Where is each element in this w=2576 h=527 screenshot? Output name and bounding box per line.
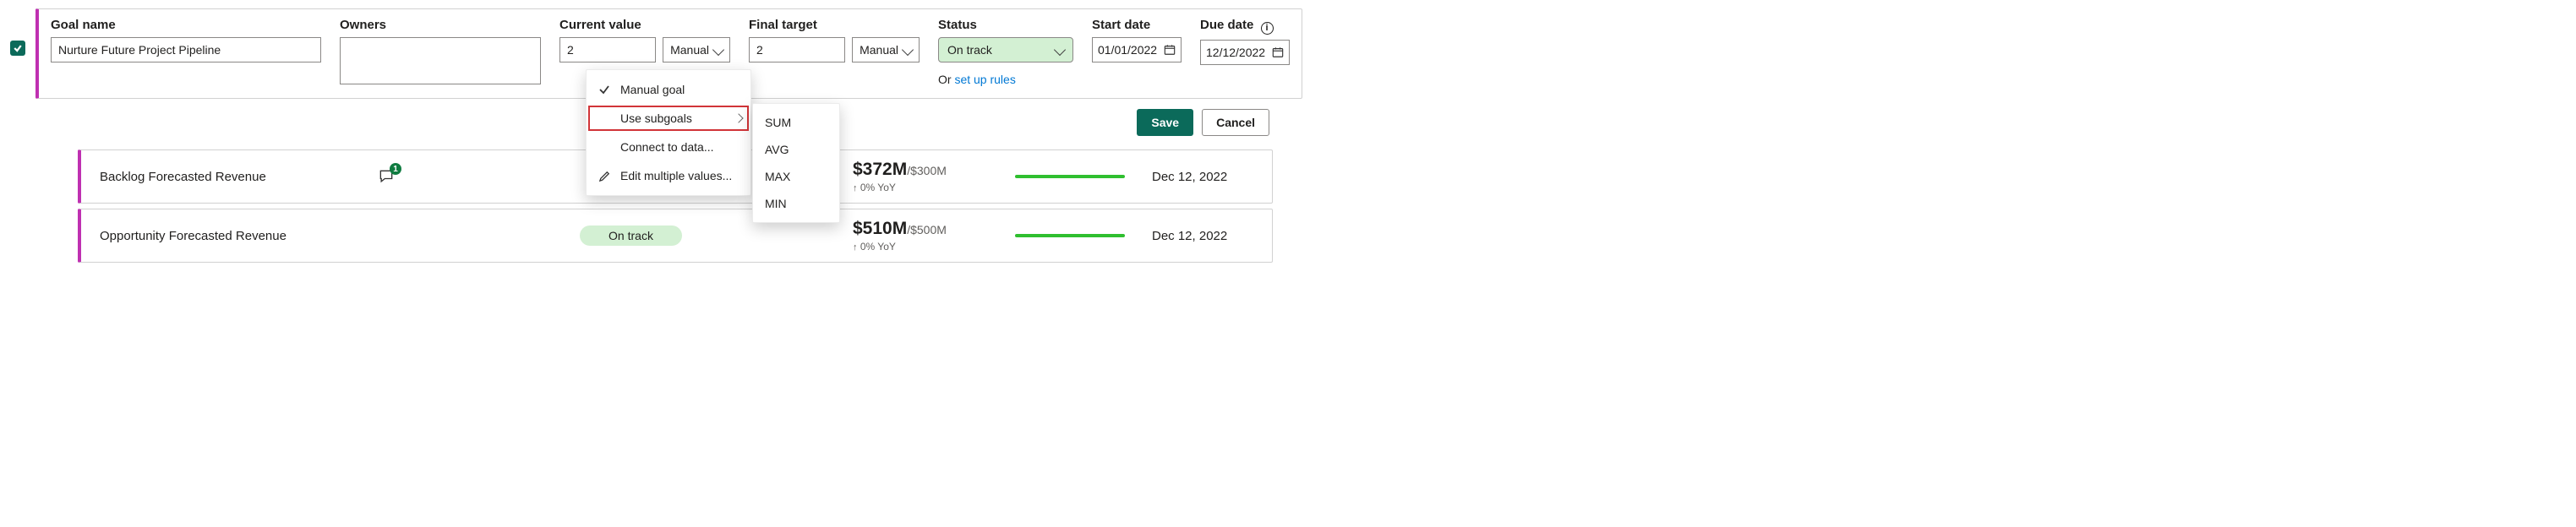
goal-delta: 0% YoY bbox=[860, 182, 896, 193]
chevron-down-icon bbox=[712, 44, 724, 56]
submenu-item-max[interactable]: MAX bbox=[753, 163, 839, 190]
menu-item-connect-to-data[interactable]: Connect to data... bbox=[587, 133, 750, 161]
calendar-icon bbox=[1164, 44, 1176, 56]
goal-due: Dec 12, 2022 bbox=[1152, 229, 1253, 243]
menu-item-edit-multiple-values[interactable]: Edit multiple values... bbox=[587, 161, 750, 190]
cancel-button[interactable]: Cancel bbox=[1202, 109, 1269, 136]
chevron-down-icon bbox=[1054, 44, 1066, 56]
goal-value: $510M bbox=[853, 219, 907, 238]
start-date-label: Start date bbox=[1092, 18, 1182, 32]
arrow-up-icon: ↑ bbox=[853, 242, 858, 253]
check-icon bbox=[597, 83, 612, 96]
sparkline bbox=[1015, 234, 1125, 237]
arrow-up-icon: ↑ bbox=[853, 183, 858, 193]
chevron-right-icon bbox=[734, 113, 743, 122]
final-target-mode-text: Manual bbox=[860, 43, 898, 57]
status-pill: On track bbox=[580, 225, 682, 246]
final-target-label: Final target bbox=[749, 18, 920, 32]
save-button[interactable]: Save bbox=[1137, 109, 1193, 136]
goal-target: /$500M bbox=[907, 223, 947, 236]
goal-value: $372M bbox=[853, 160, 907, 179]
goal-delta: 0% YoY bbox=[860, 241, 896, 253]
comments-icon[interactable]: 1 bbox=[378, 168, 395, 185]
menu-item-manual-goal[interactable]: Manual goal bbox=[587, 75, 750, 104]
status-dropdown[interactable]: On track bbox=[938, 37, 1073, 62]
row-checkbox[interactable] bbox=[10, 41, 25, 56]
info-icon[interactable]: i bbox=[1261, 22, 1274, 35]
calendar-icon bbox=[1272, 46, 1284, 58]
goal-name: Opportunity Forecasted Revenue bbox=[100, 229, 353, 243]
owners-label: Owners bbox=[340, 18, 541, 32]
goal-name-label: Goal name bbox=[51, 18, 321, 32]
sparkline bbox=[1015, 175, 1125, 178]
submenu-item-min[interactable]: MIN bbox=[753, 190, 839, 217]
due-date-value: 12/12/2022 bbox=[1206, 46, 1265, 59]
goal-name-input[interactable] bbox=[51, 37, 321, 62]
goal-name: Backlog Forecasted Revenue bbox=[100, 170, 353, 184]
submenu-item-avg[interactable]: AVG bbox=[753, 136, 839, 163]
current-value-mode-dropdown[interactable]: Manual bbox=[663, 37, 730, 62]
current-value-mode-menu: Manual goal Use subgoals Connect to data… bbox=[586, 69, 751, 196]
comments-badge: 1 bbox=[390, 163, 401, 175]
use-subgoals-submenu: SUM AVG MAX MIN bbox=[752, 103, 840, 223]
menu-item-use-subgoals[interactable]: Use subgoals bbox=[587, 104, 750, 133]
pencil-icon bbox=[597, 170, 612, 182]
status-label: Status bbox=[938, 18, 1073, 32]
current-value-input[interactable] bbox=[559, 37, 656, 62]
status-value: On track bbox=[947, 43, 992, 57]
goal-due: Dec 12, 2022 bbox=[1152, 170, 1253, 184]
status-or-line: Or set up rules bbox=[938, 73, 1073, 86]
final-target-mode-dropdown[interactable]: Manual bbox=[852, 37, 920, 62]
current-value-label: Current value bbox=[559, 18, 730, 32]
due-date-input[interactable]: 12/12/2022 bbox=[1200, 40, 1290, 65]
current-value-mode-text: Manual bbox=[670, 43, 709, 57]
goal-row[interactable]: Opportunity Forecasted Revenue On track … bbox=[78, 209, 1273, 263]
submenu-item-sum[interactable]: SUM bbox=[753, 109, 839, 136]
start-date-value: 01/01/2022 bbox=[1098, 43, 1157, 57]
final-target-input[interactable] bbox=[749, 37, 845, 62]
start-date-input[interactable]: 01/01/2022 bbox=[1092, 37, 1182, 62]
set-up-rules-link[interactable]: set up rules bbox=[954, 73, 1015, 86]
owners-input[interactable] bbox=[340, 37, 541, 84]
chevron-down-icon bbox=[902, 44, 914, 56]
goal-target: /$300M bbox=[907, 164, 947, 177]
due-date-label: Due date i bbox=[1200, 18, 1290, 35]
